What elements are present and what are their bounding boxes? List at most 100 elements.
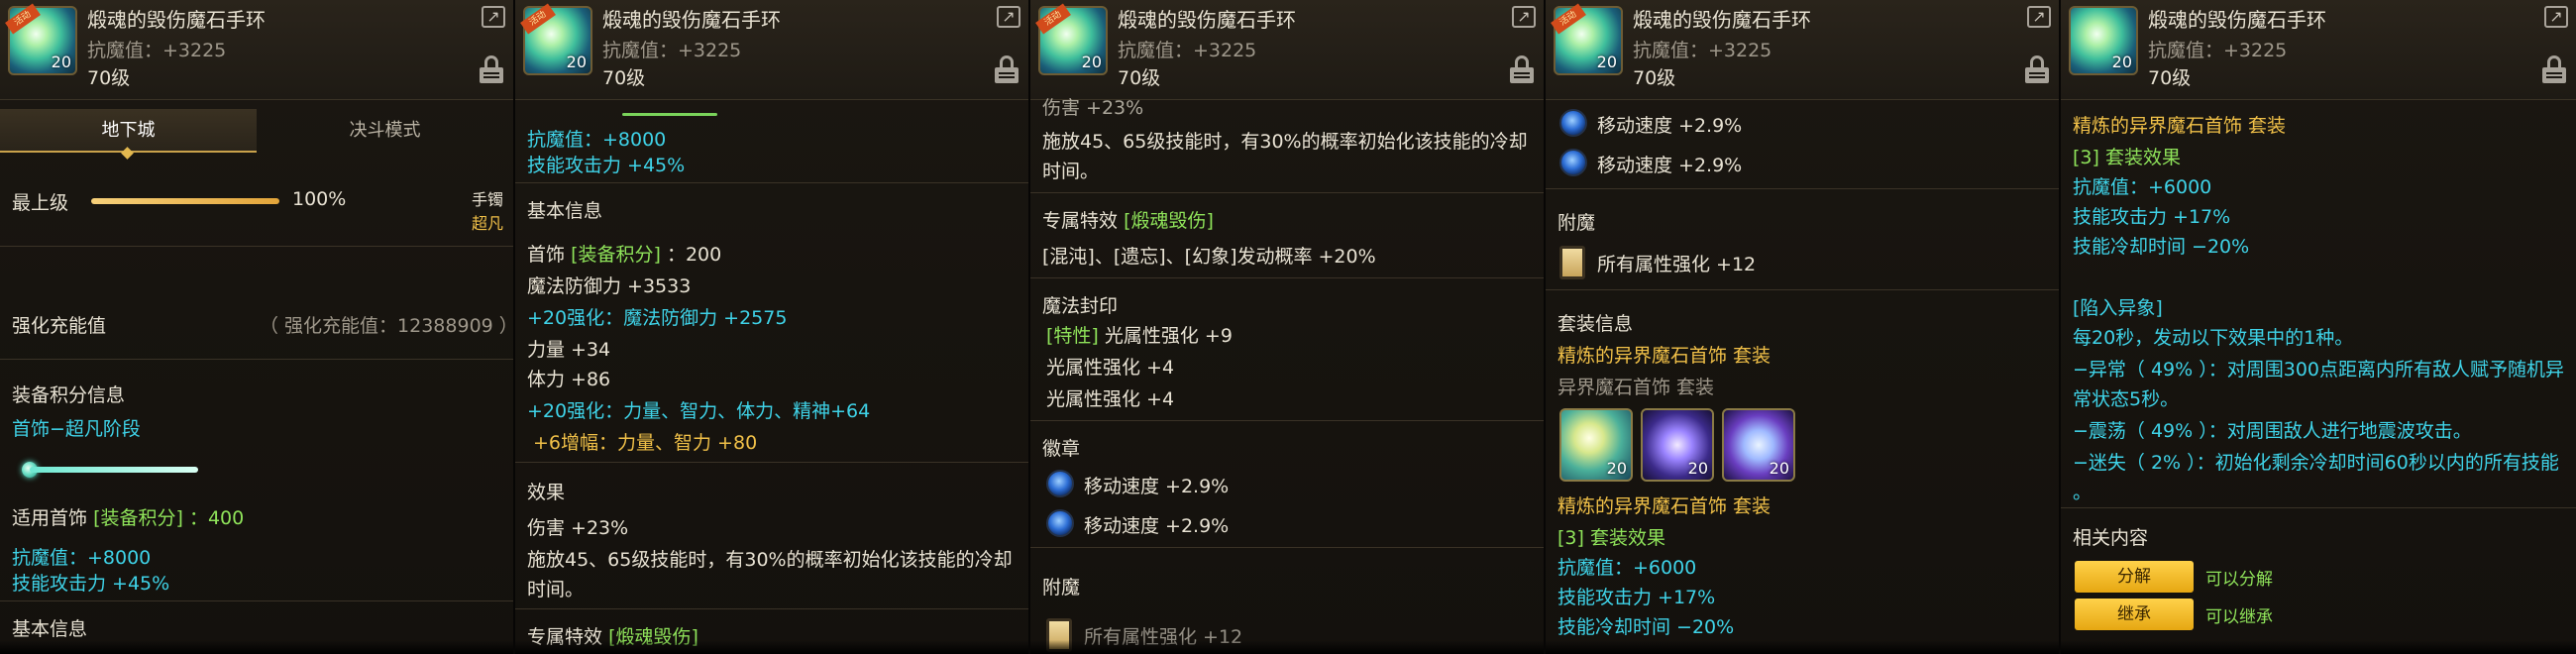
item-stat: 抗魔值：+3225 <box>1118 40 1257 61</box>
related-title: 相关内容 <box>2073 527 2149 549</box>
set-item-icon-2[interactable]: 20 <box>1641 408 1714 482</box>
bottom-shadow <box>515 640 1028 654</box>
score-stage-bar <box>30 467 198 473</box>
item-icon: 活动 20 <box>5 3 77 75</box>
set-info-title: 套装信息 <box>1557 313 1634 335</box>
apply-prefix: 适用首饰 <box>12 507 88 529</box>
divider <box>515 462 1028 463</box>
reinforce-label: +20强化： <box>527 307 624 329</box>
share-icon[interactable]: ↗ <box>997 6 1020 28</box>
emblem-line-2: 移动速度 +2.9% <box>1597 155 1743 176</box>
bottom-shadow <box>0 640 513 654</box>
divider <box>515 608 1028 609</box>
set-icon-level: 20 <box>1606 459 1627 478</box>
seal-line-3: 光属性强化 +4 <box>1046 388 1175 410</box>
inherit-button[interactable]: 继承 <box>2075 599 2194 630</box>
lock-icon[interactable] <box>2025 55 2051 83</box>
item-stat: 抗魔值：+3225 <box>2148 40 2288 61</box>
set-name-2: 精炼的异界魔石首饰 套装 <box>1557 495 1771 517</box>
tooltip-panel-4: 活动 20 煅魂的毁伤魔石手环 抗魔值：+3225 70级 ↗ 移动速度 +2.… <box>1546 0 2061 654</box>
reinforce-label: 强化充能值 <box>12 315 107 337</box>
set-name: 精炼的异界魔石首饰 套装 <box>1557 345 1771 367</box>
apply-value: ：400 <box>188 507 245 529</box>
set-cooldown: 技能冷却时间 −20% <box>2073 236 2250 258</box>
trap-line-2: −异常（ 49% ）：对周围300点距离内所有敌人赋予随机异 <box>2073 359 2564 381</box>
slot-type: 手镯 <box>472 190 504 209</box>
set-item-icon-3[interactable]: 20 <box>1722 408 1795 482</box>
share-icon[interactable]: ↗ <box>1512 6 1536 28</box>
anti-magic: 抗魔值：+8000 <box>527 129 667 151</box>
item-name: 煅魂的毁伤魔石手环 <box>1633 8 1811 32</box>
enchant-title: 附魔 <box>1557 212 1596 234</box>
blue-orb-icon <box>1559 149 1587 176</box>
reinforce-value: （ 强化充能值：12388909 ） <box>260 315 515 337</box>
reinforce-label: +20强化： <box>527 400 624 422</box>
set-bonus: [3] 套装效果 <box>1557 527 1665 549</box>
item-icon-level: 20 <box>1081 53 1102 71</box>
tooltip-panel-5: 20 煅魂的毁伤魔石手环 抗魔值：+3225 70级 ↗ 精炼的异界魔石首饰 套… <box>2061 0 2576 654</box>
blue-orb-icon <box>1046 470 1074 497</box>
emblem-line-1: 移动速度 +2.9% <box>1084 476 1230 497</box>
panel-content: 精炼的异界魔石首饰 套装 [3] 套装效果 抗魔值：+6000 技能攻击力 +1… <box>2061 99 2576 654</box>
lock-icon[interactable] <box>480 55 505 83</box>
event-ribbon: 活动 <box>5 3 41 35</box>
set-skill-attack: 技能攻击力 +17% <box>1557 587 1716 608</box>
item-level: 70级 <box>87 67 131 89</box>
amplify-value: 力量、智力 +80 <box>617 432 758 454</box>
seal-title: 魔法封印 <box>1042 295 1119 317</box>
panel-content: 地下城 决斗模式 最上级 100% 手镯 超凡 强化充能值 （ 强化充能值：12… <box>0 99 513 654</box>
item-level: 70级 <box>602 67 646 89</box>
share-icon[interactable]: ↗ <box>2544 6 2568 28</box>
exclusive-prefix: 专属特效 <box>1042 210 1119 232</box>
exclusive-line: 专属特效 [煅魂毁伤] <box>1042 206 1214 233</box>
item-stat: 抗魔值：+3225 <box>1633 40 1772 61</box>
effect-damage-partial: 伤害 +23% <box>1042 97 1144 119</box>
set-cooldown: 技能冷却时间 −20% <box>1557 616 1735 638</box>
divider <box>0 359 513 360</box>
set-anti-magic: 抗魔值：+6000 <box>2073 176 2212 198</box>
item-header: 活动 20 煅魂的毁伤魔石手环 抗魔值：+3225 70级 ↗ <box>0 0 513 100</box>
skill-attack: 技能攻击力 +45% <box>12 573 170 595</box>
item-level: 70级 <box>1118 67 1161 89</box>
score-stage: 首饰−超凡阶段 <box>12 418 141 440</box>
item-name: 煅魂的毁伤魔石手环 <box>1118 8 1296 32</box>
card-icon <box>1559 246 1585 279</box>
share-icon[interactable]: ↗ <box>2027 6 2051 28</box>
tab-dungeon[interactable]: 地下城 <box>0 109 257 153</box>
item-icon: 活动 20 <box>1551 3 1623 75</box>
item-header: 活动 20 煅魂的毁伤魔石手环 抗魔值：+3225 70级 ↗ <box>1546 0 2059 100</box>
trap-line-6: 。 <box>2073 482 2093 503</box>
item-stat: 抗魔值：+3225 <box>602 40 742 61</box>
set-anti-magic: 抗魔值：+6000 <box>1557 557 1697 579</box>
item-icon-level: 20 <box>566 53 587 71</box>
anti-magic: 抗魔值：+8000 <box>12 547 152 569</box>
item-icon-level: 20 <box>2111 53 2132 71</box>
reinforce-all: +20强化：力量、智力、体力、精神+64 <box>527 396 870 423</box>
lock-icon[interactable] <box>995 55 1020 83</box>
share-icon[interactable]: ↗ <box>482 6 505 28</box>
apply-score-line: 适用首饰 [装备积分] ：400 <box>12 503 244 530</box>
item-header: 活动 20 煅魂的毁伤魔石手环 抗魔值：+3225 70级 ↗ <box>515 0 1028 100</box>
divider <box>515 182 1028 183</box>
top-level-pct: 100% <box>292 188 347 210</box>
exclusive-tag: [煅魂毁伤] <box>1124 210 1214 232</box>
divider <box>1030 192 1544 193</box>
tab-duel[interactable]: 决斗模式 <box>257 109 513 153</box>
top-level-bar <box>91 198 279 204</box>
status-chance-line: [混沌]、[遗忘]、[幻象]发动概率 +20% <box>1042 246 1376 268</box>
trap-line-4: −震荡（ 49% ）：对周围敌人进行地震波攻击。 <box>2073 420 2472 442</box>
basic-info-title: 基本信息 <box>12 618 88 640</box>
decompose-note: 可以分解 <box>2205 570 2273 590</box>
divider <box>1030 547 1544 548</box>
lock-icon[interactable] <box>1510 55 1536 83</box>
set-item-icon-1[interactable]: 20 <box>1559 408 1633 482</box>
seal-line-1: [特性] 光属性强化 +9 <box>1046 321 1233 348</box>
scroll-remnant-bar <box>622 113 717 116</box>
effect-desc-2: 时间。 <box>527 579 585 600</box>
decompose-button[interactable]: 分解 <box>2075 561 2194 593</box>
effect-damage: 伤害 +23% <box>527 517 629 539</box>
lock-icon[interactable] <box>2542 55 2568 83</box>
amplify-line: +6增幅：力量、智力 +80 <box>533 428 757 455</box>
divider <box>2061 507 2576 508</box>
item-icon-level: 20 <box>51 53 71 71</box>
